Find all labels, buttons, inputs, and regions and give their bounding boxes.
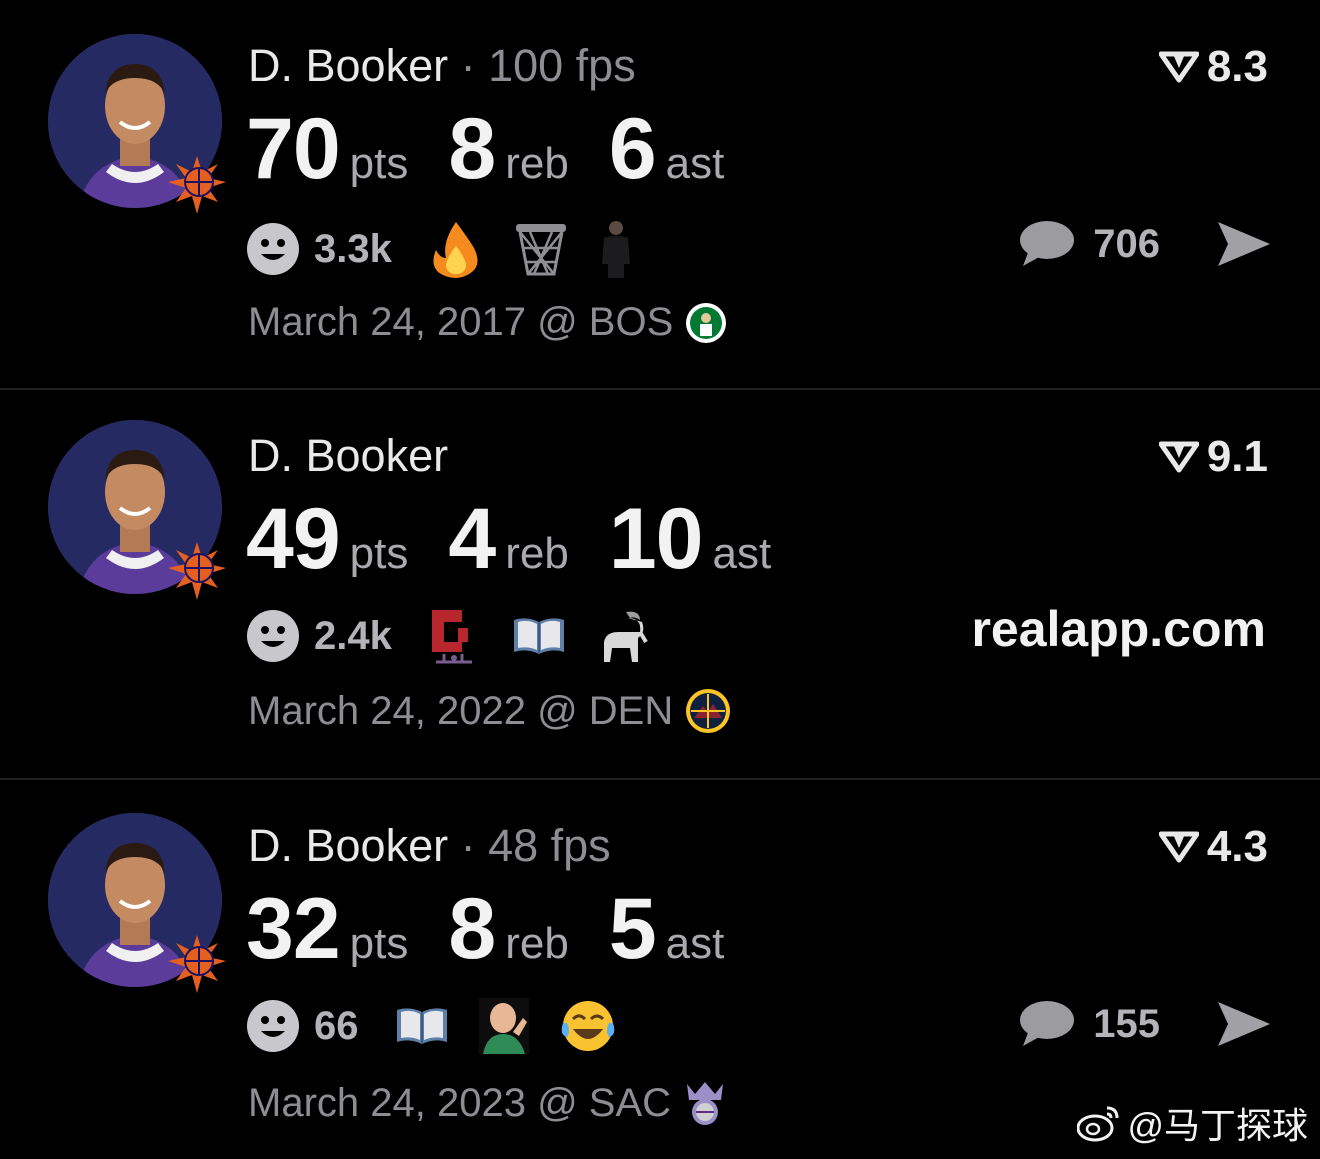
person-emoji-icon[interactable]: [598, 220, 634, 278]
nuggets-logo-icon: [686, 689, 731, 733]
weibo-logo-icon: [1077, 1106, 1119, 1142]
smiley-icon[interactable]: [246, 609, 300, 663]
rebounds-label: reb: [505, 529, 569, 578]
player-name: D. Booker: [248, 430, 449, 481]
rating-value: 4.3: [1206, 822, 1268, 871]
player-name-line: D. Booker: [248, 430, 448, 482]
kings-logo-icon: [687, 1082, 724, 1125]
rebounds-value: 4: [448, 491, 496, 587]
points-label: pts: [349, 919, 409, 968]
watermark-handle: @马丁探球: [1127, 1105, 1308, 1146]
weibo-watermark: @马丁探球: [1077, 1097, 1308, 1149]
player-name-line: D. Booker · 48 fps: [248, 820, 611, 872]
success-kid-icon[interactable]: [478, 998, 529, 1054]
fire-emoji-icon[interactable]: [428, 220, 484, 278]
game-date: March 24, 2022 @ DEN: [248, 688, 731, 734]
rebounds-value: 8: [448, 881, 496, 977]
game-date: March 24, 2023 @ SAC: [248, 1080, 727, 1126]
player-name: D. Booker: [248, 40, 449, 91]
reaction-row: 2.4k: [246, 608, 682, 664]
reaction-row: 66: [246, 998, 647, 1054]
open-book-icon[interactable]: [512, 616, 566, 656]
player-name: D. Booker: [248, 820, 449, 871]
assists-value: 6: [608, 101, 657, 197]
fps-label: · 100 fps: [460, 40, 636, 91]
assists-label: ast: [665, 139, 725, 188]
rating-value: 8.3: [1206, 42, 1268, 91]
assists-value: 5: [608, 881, 657, 977]
clamp-emoji-icon[interactable]: [428, 608, 482, 664]
suns-logo-icon: [168, 156, 226, 214]
rebounds-label: reb: [505, 139, 569, 188]
smiley-icon[interactable]: [246, 222, 300, 276]
comment-count: 706: [1093, 221, 1160, 266]
celtics-logo-icon: [686, 302, 727, 343]
post-card[interactable]: D. Booker · 100 fps 8.3 70 pts 8 reb 6 a…: [0, 0, 1320, 388]
points-label: pts: [349, 139, 409, 188]
assists-value: 10: [608, 491, 704, 587]
suns-logo-icon: [168, 935, 226, 993]
assists-label: ast: [665, 919, 725, 968]
points-label: pts: [349, 529, 409, 578]
goat-emoji-icon[interactable]: [596, 608, 652, 664]
comment-count: 155: [1093, 1001, 1160, 1046]
player-name-line: D. Booker · 100 fps: [248, 40, 636, 92]
rating-arrow-icon: [1158, 441, 1199, 473]
basketball-hoop-icon[interactable]: [514, 222, 568, 276]
rebounds-value: 8: [448, 101, 496, 197]
reaction-count: 66: [314, 1003, 359, 1048]
points-value: 70: [246, 101, 341, 197]
rating-value: 9.1: [1206, 432, 1268, 481]
comment-bubble-icon[interactable]: [1019, 1000, 1075, 1048]
rating: 4.3: [1158, 822, 1268, 872]
comment-bubble-icon[interactable]: [1019, 220, 1075, 268]
stat-line: 49 pts 4 reb 10 ast: [246, 490, 811, 589]
stat-line: 32 pts 8 reb 5 ast: [246, 880, 764, 979]
points-value: 49: [246, 491, 341, 587]
reaction-count: 2.4k: [314, 613, 392, 658]
game-date-text: March 24, 2017 @ BOS: [248, 300, 674, 344]
post-actions: 155: [1019, 1000, 1272, 1048]
share-send-icon[interactable]: [1216, 1000, 1272, 1048]
game-date: March 24, 2017 @ BOS: [248, 300, 727, 345]
post-actions: 706: [1019, 220, 1272, 268]
reaction-count: 3.3k: [314, 226, 392, 271]
points-value: 32: [246, 881, 341, 977]
post-card[interactable]: D. Booker 9.1 49 pts 4 reb 10 ast 2.4k r…: [0, 390, 1320, 778]
reaction-row: 3.3k: [246, 220, 664, 278]
rating: 9.1: [1158, 432, 1268, 482]
assists-label: ast: [712, 529, 772, 578]
smiley-icon[interactable]: [246, 999, 300, 1053]
tears-of-joy-emoji-icon[interactable]: [559, 999, 617, 1053]
stat-line: 70 pts 8 reb 6 ast: [246, 100, 764, 199]
game-date-text: March 24, 2022 @ DEN: [248, 688, 674, 733]
rating: 8.3: [1158, 42, 1268, 92]
rebounds-label: reb: [505, 919, 569, 968]
rating-arrow-icon: [1158, 51, 1199, 83]
suns-logo-icon: [168, 542, 226, 600]
rating-arrow-icon: [1158, 831, 1199, 863]
game-date-text: March 24, 2023 @ SAC: [248, 1080, 672, 1125]
open-book-icon[interactable]: [395, 1006, 449, 1046]
fps-label: · 48 fps: [460, 820, 611, 871]
share-send-icon[interactable]: [1216, 220, 1272, 268]
site-watermark: realapp.com: [971, 601, 1266, 657]
